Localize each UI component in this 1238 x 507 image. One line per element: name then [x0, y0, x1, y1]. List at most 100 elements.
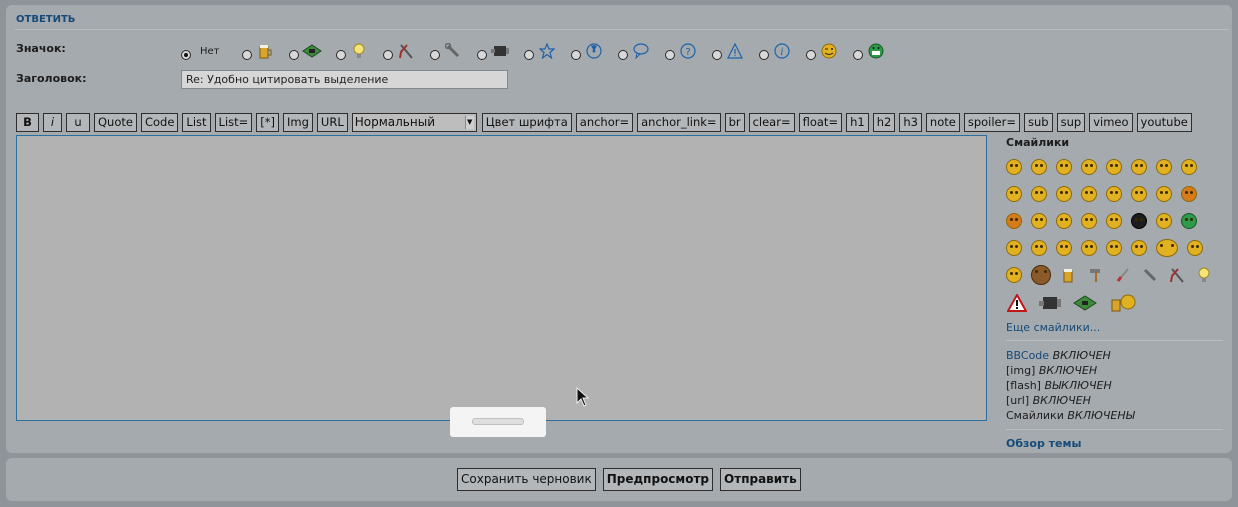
anchor-button[interactable]: anchor= — [575, 113, 634, 132]
smiley-icon[interactable] — [1081, 185, 1097, 202]
devil-smiley-icon[interactable] — [1181, 185, 1197, 202]
br-button[interactable]: br — [724, 113, 745, 132]
icon-radio[interactable] — [617, 50, 628, 60]
icon-radio[interactable] — [476, 50, 487, 60]
url-button[interactable]: URL — [316, 113, 348, 132]
monkey-icon[interactable] — [1031, 264, 1051, 285]
smiley-icon[interactable] — [1106, 239, 1122, 256]
smiley-icon[interactable] — [1056, 185, 1072, 202]
underline-button[interactable]: u — [66, 113, 90, 132]
youtube-button[interactable]: youtube — [1136, 113, 1192, 132]
bold-button[interactable]: B — [16, 113, 39, 132]
more-smileys-link[interactable]: Еще смайлики... — [1006, 321, 1223, 334]
icon-radio[interactable] — [711, 50, 722, 60]
icon-radio[interactable] — [852, 50, 863, 60]
h1-button[interactable]: h1 — [846, 113, 869, 132]
engine-icon[interactable] — [1037, 295, 1063, 311]
h3-button[interactable]: h3 — [899, 113, 922, 132]
icon-radio[interactable] — [241, 50, 252, 60]
smiley-icon[interactable] — [1006, 158, 1022, 175]
smiley-icon[interactable] — [1181, 158, 1197, 175]
list-item-button[interactable]: [*] — [256, 113, 280, 132]
smiley-icon[interactable] — [1156, 158, 1172, 175]
speech-bubble-icon — [631, 42, 651, 60]
icon-radio[interactable] — [335, 50, 346, 60]
list-button[interactable]: List — [182, 113, 211, 132]
font-color-button[interactable]: Цвет шрифта — [481, 113, 572, 132]
icon-none-label: Нет — [200, 45, 220, 57]
exclamation-smiley-icon[interactable] — [1081, 212, 1097, 229]
question-icon: ? — [678, 42, 698, 60]
note-button[interactable]: note — [925, 113, 960, 132]
beer-icon[interactable] — [1060, 267, 1078, 283]
arrow-icon[interactable] — [1131, 212, 1147, 229]
font-size-select[interactable]: Нормальный ▼ — [351, 113, 477, 132]
sub-button[interactable]: sub — [1024, 113, 1053, 132]
question-smiley-icon[interactable] — [1106, 212, 1122, 229]
message-textarea[interactable] — [16, 135, 987, 421]
smiley-icon[interactable] — [1081, 158, 1097, 175]
smiley-icon[interactable] — [1056, 239, 1072, 256]
list-ordered-button[interactable]: List= — [214, 113, 253, 132]
bbcode-link[interactable]: BBCode — [1006, 349, 1049, 362]
icon-radio[interactable] — [664, 50, 675, 60]
smiley-icon[interactable] — [1131, 239, 1147, 256]
pliers-icon[interactable] — [1168, 267, 1186, 283]
save-draft-button[interactable]: Сохранить черновик — [457, 468, 596, 491]
anchor-link-button[interactable]: anchor_link= — [637, 113, 721, 132]
clear-button[interactable]: clear= — [748, 113, 795, 132]
light-bulb-icon[interactable] — [1195, 267, 1213, 283]
smiley-icon[interactable] — [1106, 158, 1122, 175]
code-button[interactable]: Code — [140, 113, 179, 132]
smiley-icon[interactable] — [1156, 185, 1172, 202]
preview-button[interactable]: Предпросмотр — [602, 468, 714, 491]
status-bbcode: BBCode ВКЛЮЧЕН — [1006, 349, 1111, 362]
smiley-icon[interactable] — [1156, 212, 1172, 229]
chip-board-icon[interactable] — [1072, 295, 1098, 311]
smiley-icon[interactable] — [1131, 185, 1147, 202]
subject-input[interactable]: Re: Удобно цитировать выделение — [181, 70, 508, 89]
quote-button[interactable]: Quote — [94, 113, 137, 132]
icon-radio[interactable] — [805, 50, 816, 60]
topic-overview-link[interactable]: Обзор темы — [1006, 437, 1223, 450]
screwdriver-icon[interactable] — [1114, 267, 1132, 283]
status-smileys: Смайлики ВКЛЮЧЕНЫ — [1006, 409, 1135, 422]
hammer-icon[interactable] — [1087, 267, 1105, 283]
vimeo-button[interactable]: vimeo — [1089, 113, 1133, 132]
status-flash: [flash] ВЫКЛЮЧЕН — [1006, 379, 1112, 392]
green-smiley-icon[interactable] — [1181, 212, 1197, 229]
smiley-icon[interactable] — [1031, 212, 1047, 229]
icon-radio[interactable] — [429, 50, 440, 60]
smiley-icon[interactable] — [1081, 239, 1097, 256]
float-button[interactable]: float= — [798, 113, 843, 132]
img-button[interactable]: Img — [283, 113, 313, 132]
smiley-icon[interactable] — [1006, 239, 1022, 256]
beer-smiley-icon[interactable] — [1107, 294, 1139, 312]
smiley-icon[interactable] — [1006, 266, 1022, 283]
wrench-icon[interactable] — [1141, 267, 1159, 283]
devil-smiley-icon[interactable] — [1006, 212, 1022, 229]
italic-button[interactable]: i — [43, 113, 62, 132]
icon-radio[interactable] — [758, 50, 769, 60]
smiley-icon[interactable] — [1056, 158, 1072, 175]
submit-button[interactable]: Отправить — [720, 468, 801, 491]
smiley-icon[interactable] — [1056, 212, 1072, 229]
icon-radio[interactable] — [570, 50, 581, 60]
smiley-icon[interactable] — [1006, 185, 1022, 202]
icon-radio[interactable] — [382, 50, 393, 60]
icon-radio[interactable] — [288, 50, 299, 60]
smiley-icon[interactable] — [1187, 239, 1203, 256]
smiley-icon[interactable] — [1131, 158, 1147, 175]
spoiler-button[interactable]: spoiler= — [963, 113, 1020, 132]
h2-button[interactable]: h2 — [872, 113, 896, 132]
smiley-icon[interactable] — [1031, 185, 1047, 202]
smiley-icon[interactable] — [1031, 239, 1047, 256]
smiley-icon[interactable] — [1106, 185, 1122, 202]
headphones-smiley-icon[interactable] — [1156, 238, 1178, 257]
icon-radio-none[interactable] — [181, 50, 191, 60]
sup-button[interactable]: sup — [1056, 113, 1086, 132]
warning-icon[interactable] — [1006, 294, 1028, 312]
icon-radio[interactable] — [523, 50, 534, 60]
smiley-icon[interactable] — [1031, 158, 1047, 175]
textarea-resize-handle[interactable] — [450, 407, 546, 437]
